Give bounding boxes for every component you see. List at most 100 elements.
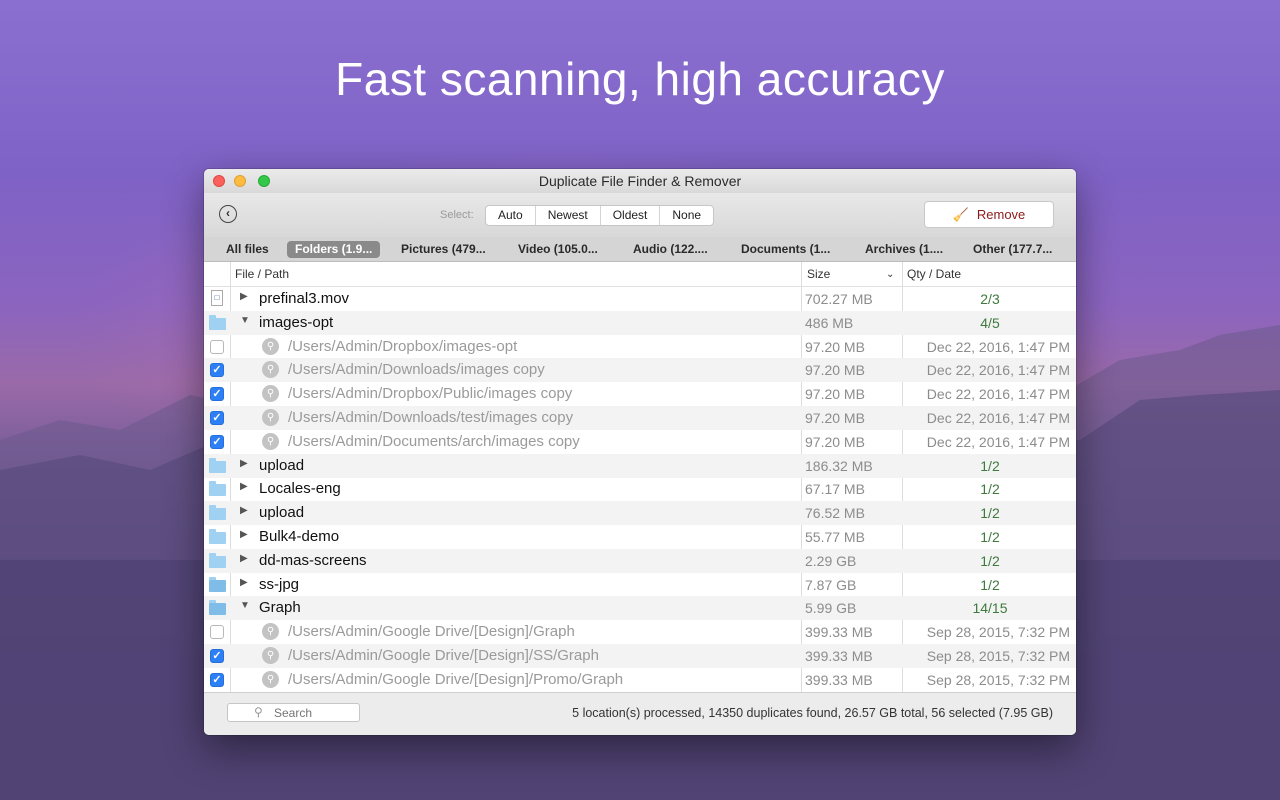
tab-audio[interactable]: Audio (122.... — [625, 241, 716, 258]
disclosure-closed-icon[interactable]: ▶ — [240, 577, 248, 588]
file-size: 97.20 MB — [805, 338, 865, 355]
chevron-down-icon[interactable]: ⌄ — [886, 269, 894, 280]
tab-documents[interactable]: Documents (1... — [733, 241, 838, 258]
tab-other[interactable]: Other (177.7... — [965, 241, 1060, 258]
disclosure-closed-icon[interactable]: ▶ — [240, 553, 248, 564]
file-row[interactable]: ⚲ /Users/Admin/Google Drive/[Design]/Grap… — [204, 620, 1076, 644]
file-row[interactable]: ⚲ /Users/Admin/Dropbox/images-opt 97.20 MB… — [204, 335, 1076, 359]
zoom-window-button[interactable] — [258, 175, 270, 187]
tab-folders[interactable]: Folders (1.9... — [287, 241, 381, 258]
group-row[interactable]: ▼ Graph 5.99 GB 14/15 — [204, 596, 1076, 621]
column-qty-date[interactable]: Qty / Date — [907, 267, 961, 281]
file-path: /Users/Admin/Downloads/images copy — [288, 361, 545, 379]
select-label: Select: — [440, 209, 474, 221]
reveal-in-finder-icon[interactable]: ⚲ — [262, 647, 279, 664]
file-size: 97.20 MB — [805, 410, 865, 426]
reveal-in-finder-icon[interactable]: ⚲ — [262, 361, 279, 379]
reveal-in-finder-icon[interactable]: ⚲ — [262, 432, 279, 450]
tab-archives[interactable]: Archives (1.... — [857, 241, 951, 258]
disclosure-closed-icon[interactable]: ▶ — [240, 529, 248, 540]
group-qty: 1/2 — [980, 505, 1000, 522]
file-row[interactable]: ✓ ⚲ /Users/Admin/Documents/arch/images cop… — [204, 430, 1076, 454]
disclosure-closed-icon[interactable]: ▶ — [240, 481, 248, 492]
row-checkbox[interactable]: ✓ — [210, 363, 224, 378]
row-checkbox[interactable]: ✓ — [210, 434, 224, 449]
window-title: Duplicate File Finder & Remover — [538, 173, 742, 189]
reveal-in-finder-icon[interactable]: ⚲ — [262, 337, 279, 355]
remove-button[interactable]: 🧹 Remove — [924, 201, 1054, 228]
select-segmented-control: Auto Newest Oldest None — [485, 205, 715, 226]
group-name: prefinal3.mov — [259, 290, 350, 307]
row-checkbox[interactable]: ✓ — [210, 411, 224, 425]
status-bar: ⚲ 5 location(s) processed, 14350 duplica… — [204, 692, 1076, 735]
row-checkbox[interactable] — [210, 339, 224, 354]
reveal-in-finder-icon[interactable]: ⚲ — [262, 385, 279, 403]
select-auto-button[interactable]: Auto — [486, 206, 536, 225]
group-name: images-opt — [259, 313, 334, 331]
group-name: Graph — [259, 599, 301, 617]
group-qty: 1/2 — [980, 529, 1000, 545]
disclosure-closed-icon[interactable]: ▶ — [240, 505, 248, 516]
reveal-in-finder-icon[interactable]: ⚲ — [262, 670, 279, 688]
row-checkbox[interactable]: ✓ — [210, 649, 224, 663]
file-path: /Users/Admin/Downloads/test/images copy — [288, 409, 574, 426]
file-size: 97.20 MB — [805, 433, 865, 450]
reveal-in-finder-icon[interactable]: ⚲ — [262, 409, 279, 426]
file-row[interactable]: ✓ ⚲ /Users/Admin/Google Drive/[Design]/SS/… — [204, 644, 1076, 668]
group-row[interactable]: ▼ images-opt 486 MB 4/5 — [204, 310, 1076, 335]
group-qty: 1/2 — [980, 576, 1000, 593]
group-size: 7.87 GB — [805, 576, 857, 593]
select-none-button[interactable]: None — [660, 206, 713, 225]
column-size[interactable]: Size — [807, 267, 830, 281]
select-newest-button[interactable]: Newest — [536, 206, 601, 225]
group-size: 5.99 GB — [805, 600, 857, 617]
group-size: 55.77 MB — [805, 529, 865, 545]
file-date: Sep 28, 2015, 7:32 PM — [926, 624, 1070, 641]
row-checkbox[interactable]: ✓ — [210, 387, 224, 402]
file-path: /Users/Admin/Dropbox/images-opt — [288, 337, 518, 355]
app-window: Duplicate File Finder & Remover ‹ Select… — [204, 169, 1076, 735]
file-row[interactable]: ✓ ⚲ /Users/Admin/Google Drive/[Design]/Pro… — [204, 668, 1076, 692]
back-button[interactable]: ‹ — [219, 205, 237, 223]
group-row[interactable]: ▶ dd-mas-screens 2.29 GB 1/2 — [204, 548, 1076, 573]
folder-icon — [209, 552, 226, 568]
group-row[interactable]: □ ▶ prefinal3.mov 702.27 MB 2/3 — [204, 287, 1076, 311]
row-checkbox[interactable] — [210, 625, 224, 640]
group-row[interactable]: ▶ upload 76.52 MB 1/2 — [204, 501, 1076, 526]
column-header: File / Path Size ⌄ Qty / Date — [204, 262, 1076, 287]
select-oldest-button[interactable]: Oldest — [601, 206, 661, 225]
group-name: upload — [259, 456, 305, 474]
file-date: Dec 22, 2016, 1:47 PM — [926, 410, 1070, 426]
disclosure-open-icon[interactable]: ▼ — [240, 315, 250, 326]
broom-icon: 🧹 — [952, 207, 969, 222]
column-file-path[interactable]: File / Path — [235, 267, 289, 281]
group-row[interactable]: ▶ Bulk4-demo 55.77 MB 1/2 — [204, 525, 1076, 549]
minimize-window-button[interactable] — [234, 175, 246, 187]
file-path: /Users/Admin/Dropbox/Public/images copy — [288, 385, 573, 403]
search-icon: ⚲ — [254, 705, 263, 719]
file-row[interactable]: ✓ ⚲ /Users/Admin/Downloads/images copy 97.2… — [204, 358, 1076, 383]
tab-all-files[interactable]: All files — [218, 241, 277, 258]
headline: Fast scanning, high accuracy — [335, 53, 945, 105]
close-window-button[interactable] — [213, 175, 225, 187]
tab-video[interactable]: Video (105.0... — [510, 241, 606, 258]
reveal-in-finder-icon[interactable]: ⚲ — [262, 623, 279, 641]
group-row[interactable]: ▶ Locales-eng 67.17 MB 1/2 — [204, 477, 1076, 501]
disclosure-open-icon[interactable]: ▼ — [240, 600, 250, 611]
disclosure-closed-icon[interactable]: ▶ — [240, 458, 248, 469]
group-size: 702.27 MB — [805, 291, 873, 307]
group-qty: 1/2 — [980, 481, 1000, 498]
file-date: Sep 28, 2015, 7:32 PM — [926, 648, 1070, 664]
file-row[interactable]: ✓ ⚲ /Users/Admin/Dropbox/Public/images cop… — [204, 382, 1076, 406]
tab-pictures[interactable]: Pictures (479... — [393, 241, 494, 258]
group-row[interactable]: ▶ ss-jpg 7.87 GB 1/2 — [204, 573, 1076, 597]
search-input[interactable] — [227, 703, 360, 722]
folder-icon — [209, 481, 226, 497]
disclosure-closed-icon[interactable]: ▶ — [240, 291, 248, 302]
remove-button-label: Remove — [976, 207, 1026, 222]
group-row[interactable]: ▶ upload 186.32 MB 1/2 — [204, 453, 1076, 478]
file-date: Dec 22, 2016, 1:47 PM — [926, 386, 1070, 403]
file-size: 399.33 MB — [805, 648, 873, 664]
file-row[interactable]: ✓ ⚲ /Users/Admin/Downloads/test/images cop… — [204, 406, 1076, 430]
row-checkbox[interactable]: ✓ — [210, 672, 224, 687]
